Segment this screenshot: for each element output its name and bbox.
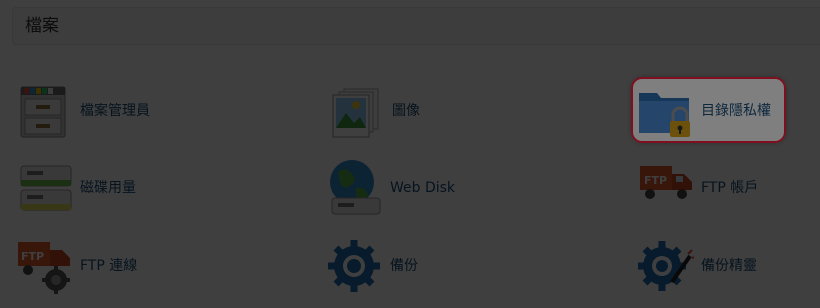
directory-privacy-label: 目錄隱私權 [701,103,771,119]
section-header: 檔案 [12,7,820,45]
backup-wizard-item[interactable]: 備份精靈 [638,234,808,298]
file-manager-item[interactable]: 檔案管理員 [16,79,216,143]
ftp-accounts-label: FTP 帳戶 [701,180,759,196]
web-disk-item[interactable]: Web Disk [326,156,526,220]
ftp-accounts-item[interactable]: FTP FTP 帳戶 [638,156,808,220]
file-cabinet-icon [20,86,66,138]
backup-wizard-gear-icon [638,241,694,291]
disk-usage-item[interactable]: 磁碟用量 [16,156,216,220]
web-disk-label: Web Disk [390,180,456,196]
directory-privacy-item[interactable]: 目錄隱私權 [631,77,786,143]
disk-drives-icon [20,165,72,211]
disk-usage-label: 磁碟用量 [80,180,136,196]
backup-gear-icon [328,240,380,292]
ftp-connections-item[interactable]: FTP FTP 連線 [16,234,216,298]
ftp-connections-label: FTP 連線 [80,258,138,274]
images-icon [332,88,379,138]
backup-label: 備份 [390,258,418,274]
section-title: 檔案 [25,16,59,36]
images-label: 圖像 [392,103,420,119]
folder-lock-icon [639,93,690,137]
backup-item[interactable]: 備份 [326,234,526,298]
globe-drive-icon [330,160,381,215]
svg-text:FTP: FTP [644,174,667,187]
backup-wizard-label: 備份精靈 [701,258,757,274]
ftp-truck-gear-icon: FTP [18,242,70,294]
images-item[interactable]: 圖像 [328,79,528,143]
file-manager-label: 檔案管理員 [80,103,150,119]
svg-text:FTP: FTP [21,250,44,263]
ftp-truck-icon: FTP [640,166,692,199]
